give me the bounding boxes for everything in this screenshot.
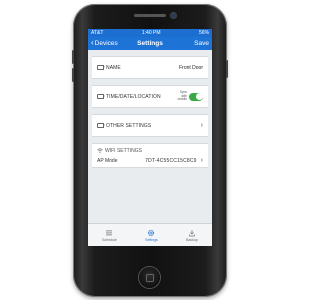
toggle-knob [195,93,203,100]
chevron-right-icon: › [200,122,203,129]
other-settings-label: OTHER SETTINGS [106,122,152,129]
tab-backup-label: Backup [186,237,198,242]
volume-button [72,68,74,82]
back-button[interactable]: ‹ Devices [91,37,118,50]
download-icon [189,229,195,236]
sync-toggle[interactable] [189,92,203,101]
product-photo: AT&T 1:40 PM 56% ‹ Devices Settings Save… [0,0,300,300]
time-label: TIME/DATE/LOCATION [106,93,161,100]
phone-camera [171,13,176,18]
wifi-icon [97,147,103,155]
carrier-label: AT&T [91,30,104,36]
sync-label: Sync with mobile [177,90,187,102]
gear-icon [148,229,155,236]
wifi-header-label: WIFI SETTINGS [105,148,142,154]
back-label: Devices [94,40,118,47]
tab-settings-label: Settings [145,237,158,242]
time-row-label-group: TIME/DATE/LOCATION [97,94,161,100]
power-button [226,60,228,78]
save-button[interactable]: Save [194,37,209,50]
other-settings-row[interactable]: OTHER SETTINGS › [92,115,208,136]
tab-backup[interactable]: Backup [186,229,198,242]
tab-schedule[interactable]: Schedule [102,229,117,242]
ap-mode-value: 7DT-4C55CC15C8C9 [145,157,197,164]
name-row-label-group: NAME [97,65,121,71]
battery-label: 56% [198,30,209,36]
home-button[interactable] [139,267,160,288]
chevron-right-icon: › [200,157,203,164]
settings-content: NAME Front Door TIME/DATE/LOCATION Sync … [88,50,212,168]
ap-mode-label: AP Mode [97,157,118,164]
ap-mode-row[interactable]: AP Mode 7DT-4C55CC15C8C9 › [92,154,208,167]
other-row-label-group: OTHER SETTINGS [97,123,151,129]
volume-button [72,50,74,64]
name-label: NAME [106,64,121,71]
tag-icon [97,122,105,129]
app-screen: AT&T 1:40 PM 56% ‹ Devices Settings Save… [88,29,212,246]
name-card: NAME Front Door [92,56,208,79]
tab-schedule-label: Schedule [102,237,117,242]
tag-icon [97,64,105,71]
name-row[interactable]: NAME Front Door [92,57,208,78]
chevron-left-icon: ‹ [91,38,94,47]
name-value: Front Door [179,64,203,71]
phone-speaker [134,14,166,17]
status-bar: AT&T 1:40 PM 56% [88,29,212,37]
nav-bar: ‹ Devices Settings Save [88,37,212,50]
other-settings-card: OTHER SETTINGS › [92,114,208,137]
wifi-card: WIFI SETTINGS AP Mode 7DT-4C55CC15C8C9 › [92,143,208,168]
tab-bar: Schedule Settings Backup [88,223,212,246]
tag-icon [97,93,105,100]
tab-settings[interactable]: Settings [145,229,158,242]
list-icon [106,230,113,235]
time-card: TIME/DATE/LOCATION Sync with mobile [92,85,208,108]
wifi-header: WIFI SETTINGS [92,144,208,154]
clock-label: 1:40 PM [141,30,161,36]
time-row: TIME/DATE/LOCATION Sync with mobile [92,86,208,107]
